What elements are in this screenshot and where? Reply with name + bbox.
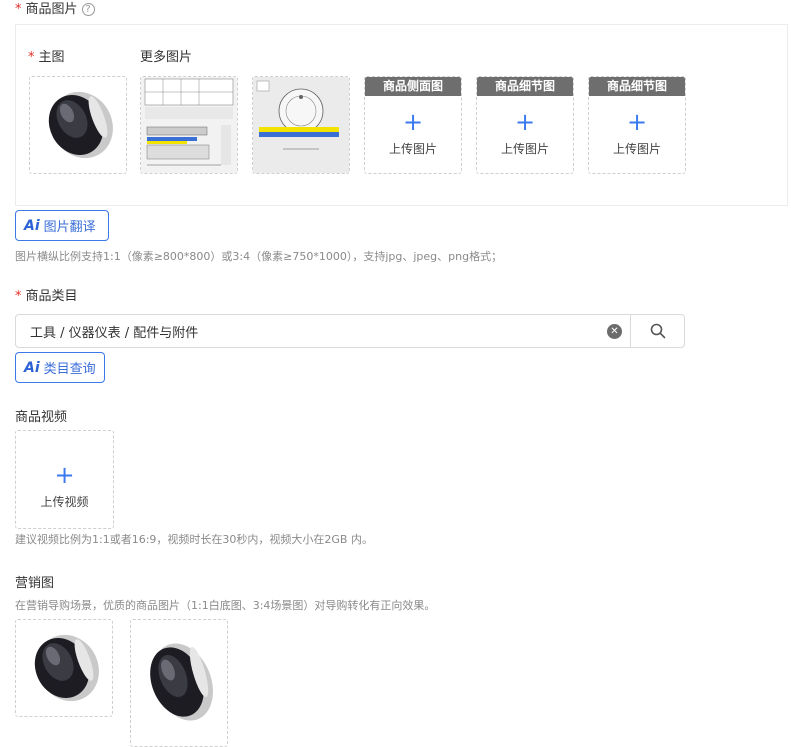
video-section-label: 商品视频 (15, 410, 68, 425)
upload-video-slot[interactable]: + 上传视频 (15, 430, 114, 529)
main-image-header: * 主图 (28, 46, 65, 65)
upload-image-label: 上传图片 (388, 142, 437, 156)
upload-video-label: 上传视频 (40, 495, 89, 509)
plus-icon: + (626, 108, 648, 136)
category-value: 工具 / 仪器仪表 / 配件与附件 (30, 325, 199, 341)
image-translate-label: 图片翻译 (43, 220, 96, 235)
category-query-button[interactable]: Ai 类目查询 (15, 352, 105, 383)
slot-title: 商品侧面图 (365, 77, 461, 96)
ai-icon: Ai (24, 359, 40, 376)
slot-title: 商品细节图 (589, 77, 685, 96)
plus-icon: + (54, 461, 75, 489)
images-section-label: 商品图片 (25, 2, 78, 17)
required-mark: * (28, 50, 35, 65)
images-panel: * 主图 更多图片 商品侧面图 + 上传图片 商品细节图 + 上传图片 商品细节… (15, 24, 788, 206)
more-image-thumb[interactable] (252, 76, 350, 174)
image-hint: 图片横纵比例支持1:1（像素≥800*800）或3:4（像素≥750*1000）… (15, 250, 503, 263)
images-section-header: * 商品图片? (15, 0, 95, 20)
category-query-label: 类目查询 (43, 362, 96, 377)
more-image-thumb[interactable] (140, 76, 238, 174)
air-spring-image (48, 91, 113, 159)
marketing-section-label: 营销图 (15, 576, 55, 591)
air-spring-image (150, 643, 213, 721)
video-hint: 建议视频比例为1:1或者16:9，视频时长在30秒内，视频大小在2GB 内。 (15, 533, 373, 546)
upload-image-slot[interactable]: 商品细节图 + 上传图片 (476, 76, 574, 174)
help-icon[interactable]: ? (81, 3, 95, 16)
category-select[interactable]: 工具 / 仪器仪表 / 配件与附件 ✕ (15, 314, 685, 348)
plus-icon: + (514, 108, 536, 136)
upload-image-label: 上传图片 (612, 142, 661, 156)
marketing-image-thumb[interactable] (15, 619, 113, 717)
image-translate-button[interactable]: Ai 图片翻译 (15, 210, 109, 241)
air-spring-image (34, 634, 99, 702)
category-section-label: 商品类目 (25, 289, 78, 304)
more-images-label: 更多图片 (140, 50, 193, 65)
clear-icon[interactable]: ✕ (607, 323, 622, 339)
upload-image-slot[interactable]: 商品细节图 + 上传图片 (588, 76, 686, 174)
category-section-header: * 商品类目 (15, 288, 78, 306)
upload-image-slot[interactable]: 商品侧面图 + 上传图片 (364, 76, 462, 174)
technical-drawing-image (141, 77, 237, 173)
search-icon (650, 323, 665, 339)
slot-title: 商品细节图 (477, 77, 573, 96)
marketing-image-thumb[interactable] (130, 619, 228, 747)
upload-image-label: 上传图片 (500, 142, 549, 156)
main-image-thumb[interactable] (29, 76, 127, 174)
ai-icon: Ai (24, 217, 40, 234)
required-mark: * (15, 2, 22, 17)
technical-drawing-image (253, 77, 349, 173)
marketing-hint: 在营销导购场景，优质的商品图片（1:1白底图、3:4场景图）对导购转化有正向效果… (15, 599, 436, 612)
required-mark: * (15, 289, 22, 304)
search-button[interactable] (630, 315, 684, 347)
main-image-label: 主图 (38, 50, 65, 65)
plus-icon: + (402, 108, 424, 136)
